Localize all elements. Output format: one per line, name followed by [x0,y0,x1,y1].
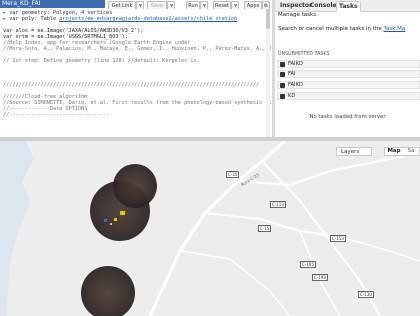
highlight-patch [114,218,117,221]
imagery-footprint [113,164,157,208]
asset-link[interactable]: projects/ee-edsargeagjardo-database2/ass… [59,16,237,22]
task-label: FAI [288,71,296,77]
chevron-down-icon: ▼ [138,3,143,8]
task-icon [280,83,285,88]
code-line: //Mora-Soto, A., Palacios, M., Macaya, E… [3,46,272,52]
road-shield: C-113 [270,201,286,208]
map-button[interactable]: Map [385,148,403,155]
task-label: KD [288,93,296,99]
chevron-down-icon: ▼ [233,3,238,8]
road-shield: C-15 [258,225,272,232]
tasks-panel: Inspector Console Tasks Manage tasks. Se… [275,0,420,137]
editor-scroll-thumb[interactable] [266,9,270,29]
road-shield: C-15 [226,171,240,178]
map-view[interactable]: Ruta C-15 C-15 C-113 C-15 C-153 C-105 C-… [0,141,420,316]
unsubmitted-tasks-header: UNSUBMITTED TASKS [278,52,330,57]
chevron-down-icon: ▼ [169,3,174,8]
no-tasks-message: No tasks loaded from server [309,114,386,120]
task-icon [280,94,285,99]
editor-scrollbar[interactable] [266,9,270,137]
task-row[interactable]: FAIKD [277,60,420,68]
code-prefix: var [9,16,22,22]
task-manager-link[interactable]: Task Ma [384,26,406,32]
task-label: FAIKD [288,61,303,67]
task-row[interactable]: FAIKD [277,81,420,89]
layers-button[interactable]: Layers [336,147,372,156]
coastline-sea [0,141,34,316]
imagery-footprint [81,266,135,316]
satellite-button[interactable]: Sa [403,148,419,155]
road-shield: C-105 [300,261,316,268]
manage-tasks-text: Manage tasks. [278,12,318,18]
code-line: ////////////////////////////////////////… [3,82,260,88]
highlight-patch [120,211,125,215]
script-title[interactable]: Mera_KD_FAI [0,0,105,8]
code-var-name: poly [21,16,35,22]
code-line: //-------------------------------- [3,112,110,118]
search-tasks-prefix: Search or cancel multiple tasks in the [278,26,384,32]
task-row[interactable]: KD [277,92,420,100]
road-shield: C-193 [312,274,328,281]
task-label: FAIKD [288,82,303,88]
chevron-down-icon: ▼ [202,3,207,8]
map-canvas[interactable] [0,141,420,316]
road [339,236,420,262]
map-type-toggle: Map Sa [384,147,420,156]
task-icon [280,62,285,67]
road-shield: C-153 [330,235,346,242]
code-rest: : Table [34,16,60,22]
panel-tabs: Inspector Console Tasks [275,0,420,12]
highlight-patch [110,223,112,225]
task-icon [280,72,285,77]
station-marker [104,219,107,222]
code-editor[interactable]: ▸ var geometry: Polygon, 4 vertices ▸ var… [0,9,272,137]
code-line: // 1st step: Define geometry (line 120) … [3,58,200,64]
code-line: ▸ var poly: Table projects/ee-edsargeagj… [3,16,238,22]
road-shield: C-130 [358,291,374,298]
task-row[interactable]: FAI [277,70,420,78]
tab-tasks[interactable]: Tasks [336,1,361,12]
road [204,212,341,238]
search-tasks-text: Search or cancel multiple tasks in the T… [278,26,405,33]
road [179,250,291,316]
tab-console[interactable]: Console [308,1,339,10]
